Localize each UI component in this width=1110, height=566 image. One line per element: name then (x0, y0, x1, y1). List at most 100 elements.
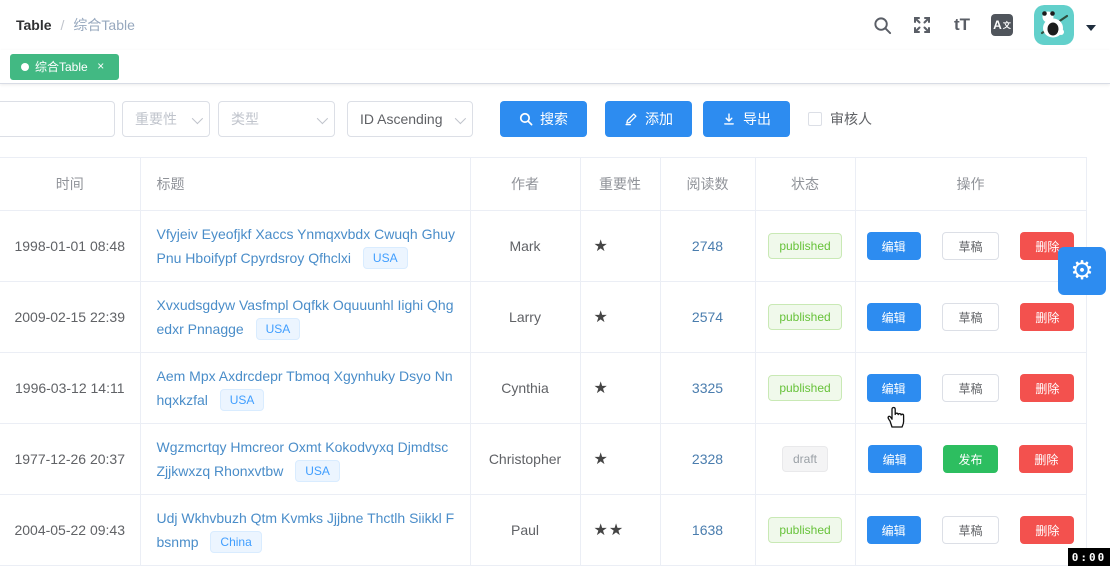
edit-button[interactable]: 编辑 (866, 516, 921, 544)
cell-reads: 2574 (660, 281, 756, 353)
language-icon[interactable]: A文 (990, 13, 1014, 37)
header-reads: 阅读数 (660, 157, 756, 211)
delete-button[interactable]: 删除 (1020, 303, 1075, 331)
keyword-input[interactable] (0, 101, 115, 137)
avatar-image (1034, 5, 1074, 45)
text-size-icon[interactable]: tT (950, 13, 974, 37)
cell-reads: 2748 (660, 210, 756, 282)
reads-link[interactable]: 3325 (692, 380, 723, 396)
edit-button[interactable]: 编辑 (866, 232, 921, 260)
delete-button[interactable]: 删除 (1019, 445, 1074, 473)
draft-button[interactable]: 草稿 (942, 374, 999, 402)
table-header-row: 时间 标题 作者 重要性 阅读数 状态 操作 (0, 157, 1087, 211)
tag-view-item[interactable]: 综合Table × (10, 53, 119, 80)
reads-link[interactable]: 2574 (692, 309, 723, 325)
country-tag: USA (295, 460, 340, 482)
cell-time: 2004-05-22 09:43 (0, 494, 141, 566)
reads-link[interactable]: 2328 (692, 451, 723, 467)
delete-button[interactable]: 删除 (1020, 516, 1075, 544)
header-title: 标题 (140, 157, 471, 211)
filter-bar: 重要性 类型 ID Ascending 搜索 添加 导出 审核人 (0, 101, 1110, 137)
cell-status: published (755, 281, 856, 353)
delete-button[interactable]: 删除 (1020, 374, 1075, 402)
chevron-down-icon[interactable] (1086, 25, 1096, 31)
cell-author: Mark (470, 210, 581, 282)
type-select[interactable]: 类型 (218, 101, 335, 137)
breadcrumb-current: 综合Table (73, 17, 135, 33)
cell-status: draft (755, 423, 856, 495)
cell-actions: 编辑 草稿 删除 (855, 281, 1087, 353)
cell-actions: 编辑 草稿 删除 (855, 352, 1087, 424)
tag-view-label: 综合Table (35, 60, 88, 74)
header-time: 时间 (0, 157, 141, 211)
draft-button[interactable]: 草稿 (942, 516, 999, 544)
draft-button[interactable]: 草稿 (942, 303, 999, 331)
table-row: 2004-05-22 09:43 Udj Wkhvbuzh Qtm Kvmks … (0, 494, 1087, 566)
status-badge: published (768, 517, 842, 543)
breadcrumb-separator: / (60, 17, 65, 33)
breadcrumb-root[interactable]: Table (16, 17, 52, 33)
chevron-down-icon (316, 112, 329, 125)
edit-button[interactable]: 编辑 (867, 445, 922, 473)
importance-stars: ★ (580, 210, 661, 282)
header-actions: 操作 (855, 157, 1087, 211)
title-link[interactable]: Aem Mpx Axdrcdepr Tbmoq Xgynhuky Dsyo Nn… (157, 368, 453, 408)
cell-title: Wgzmcrtqy Hmcreor Oxmt Kokodvyxq Djmdtsc… (140, 423, 471, 495)
fullscreen-icon[interactable] (910, 13, 934, 37)
tags-view-bar: 综合Table × (0, 50, 1110, 84)
status-badge: draft (781, 446, 828, 472)
edit-button[interactable]: 编辑 (866, 374, 921, 402)
active-dot-icon (21, 62, 29, 71)
header-author: 作者 (470, 157, 581, 211)
title-link[interactable]: Udj Wkhvbuzh Qtm Kvmks Jjjbne Thctlh Sii… (157, 510, 455, 550)
navbar-actions: tT A文 (854, 5, 1096, 45)
cell-reads: 3325 (660, 352, 756, 424)
cell-time: 1998-01-01 08:48 (0, 210, 141, 282)
settings-panel-button[interactable]: ⚙ (1058, 247, 1106, 295)
country-tag: USA (255, 318, 301, 340)
edit-button[interactable]: 编辑 (866, 303, 921, 331)
sort-select[interactable]: ID Ascending (347, 101, 473, 137)
table-row: 1977-12-26 20:37 Wgzmcrtqy Hmcreor Oxmt … (0, 423, 1087, 495)
publish-button[interactable]: 发布 (943, 445, 998, 473)
breadcrumb: Table / 综合Table (16, 15, 135, 35)
header-importance: 重要性 (580, 157, 661, 211)
add-button[interactable]: 添加 (605, 101, 692, 137)
status-badge: published (768, 375, 842, 401)
table-row: 1996-03-12 14:11 Aem Mpx Axdrcdepr Tbmoq… (0, 352, 1087, 424)
export-button[interactable]: 导出 (703, 101, 790, 137)
cell-time: 1977-12-26 20:37 (0, 423, 141, 495)
download-icon (724, 113, 734, 125)
reviewer-checkbox[interactable]: 审核人 (808, 109, 872, 129)
cell-title: Aem Mpx Axdrcdepr Tbmoq Xgynhuky Dsyo Nn… (140, 352, 471, 424)
cell-author: Christopher (470, 423, 581, 495)
search-button[interactable]: 搜索 (500, 101, 587, 137)
reads-link[interactable]: 1638 (692, 522, 723, 538)
search-icon[interactable] (870, 13, 894, 37)
cell-title: Vfyjeiv Eyeofjkf Xaccs Ynmqxvbdx Cwuqh G… (140, 210, 471, 282)
cell-reads: 2328 (660, 423, 756, 495)
draft-button[interactable]: 草稿 (942, 232, 999, 260)
user-avatar[interactable] (1034, 5, 1096, 45)
cell-status: published (755, 494, 856, 566)
chevron-down-icon (191, 112, 204, 125)
search-icon (519, 112, 533, 126)
recording-timer: 0:00 (1068, 548, 1110, 566)
reads-link[interactable]: 2748 (692, 238, 723, 254)
data-table: 时间 标题 作者 重要性 阅读数 状态 操作 1998-01-01 08:48 … (0, 157, 1087, 566)
checkbox-icon[interactable] (808, 112, 822, 126)
cell-actions: 编辑 草稿 删除 (855, 210, 1087, 282)
gear-icon: ⚙ (1070, 256, 1094, 286)
cell-time: 2009-02-15 22:39 (0, 281, 141, 353)
title-link[interactable]: Xvxudsgdyw Vasfmpl Oqfkk Oquuunhl Iighi … (157, 297, 454, 337)
close-icon[interactable]: × (94, 59, 108, 74)
navbar: Table / 综合Table tT A文 (0, 0, 1110, 50)
edit-icon (625, 113, 637, 126)
importance-stars: ★ (580, 281, 661, 353)
cell-reads: 1638 (660, 494, 756, 566)
cell-author: Cynthia (470, 352, 581, 424)
importance-select[interactable]: 重要性 (122, 101, 210, 137)
title-link[interactable]: Vfyjeiv Eyeofjkf Xaccs Ynmqxvbdx Cwuqh G… (157, 226, 456, 266)
importance-stars: ★ (580, 352, 661, 424)
cell-status: published (755, 210, 856, 282)
